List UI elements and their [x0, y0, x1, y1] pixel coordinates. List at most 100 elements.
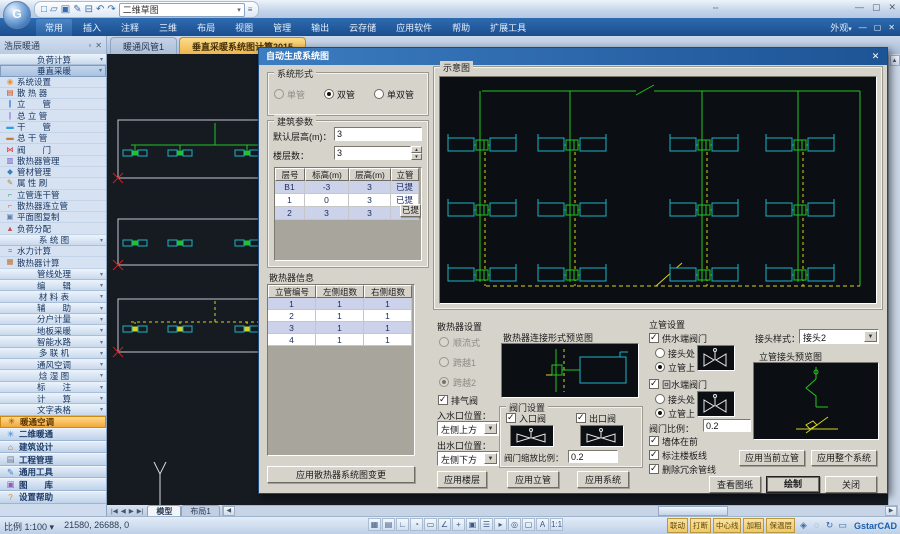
draw-button[interactable]: 绘制 [766, 476, 820, 493]
document-tab[interactable]: 暖通风管1 [110, 37, 177, 55]
sidebar-item[interactable]: ▦散热器计算 [0, 257, 106, 268]
table-row[interactable]: B1-33已提 [275, 181, 421, 194]
ribbon-tab-2[interactable]: 插入 [74, 19, 110, 36]
valve-scale-input[interactable] [568, 450, 618, 463]
status-toggle[interactable]: 加粗 [743, 518, 764, 533]
table-header-cell[interactable]: 层高(m) [349, 168, 391, 181]
table-cell[interactable]: 1 [364, 334, 412, 346]
sidebar-item[interactable]: ✳二维暖通 [0, 428, 106, 441]
sidebar-item[interactable]: 系 统 图▾ [0, 235, 106, 246]
floor-count-input[interactable] [334, 146, 411, 160]
sidebar-item[interactable]: 编 辑▾ [0, 280, 106, 291]
ribbon-tab-11[interactable]: 帮助 [443, 19, 479, 36]
dialog-close-button[interactable]: ✕ [868, 50, 883, 63]
table-cell[interactable]: 删已提 [391, 207, 419, 220]
table-cell[interactable]: 2 [275, 207, 305, 220]
table-row[interactable]: 411 [268, 334, 414, 346]
ribbon-tab-5[interactable]: 布局 [188, 19, 224, 36]
floor-slab-checkbox[interactable] [649, 450, 659, 460]
sidebar-item[interactable]: 文字表格▾ [0, 404, 106, 415]
dialog-titlebar[interactable]: 自动生成系统图 ✕ [259, 48, 887, 65]
redo-icon[interactable]: ↷ [107, 3, 115, 16]
ribbon-tab-4[interactable]: 三维 [150, 19, 186, 36]
table-row[interactable]: 211 [268, 310, 414, 322]
sync-icon[interactable]: ↻ [823, 520, 836, 531]
close-button[interactable]: ✕ [888, 2, 896, 13]
apply-floor-button[interactable]: 应用楼层 [437, 471, 487, 488]
table-cell[interactable]: 1 [316, 298, 364, 310]
table-cell[interactable]: 1 [364, 298, 412, 310]
sidebar-item[interactable]: 辅 助▾ [0, 303, 106, 314]
supply-joint-radio[interactable] [655, 348, 665, 358]
table-cell[interactable]: 1 [316, 310, 364, 322]
gstarcad-logo-icon[interactable]: G [3, 1, 31, 29]
print-icon[interactable]: ⊟ [85, 3, 93, 16]
cycling-icon[interactable]: ▸ [494, 518, 507, 531]
new-file-icon[interactable]: □ [41, 3, 47, 16]
table-cell[interactable]: 3 [349, 181, 391, 194]
floor-count-stepper[interactable]: ▲▼ [411, 146, 422, 160]
sidebar-item[interactable]: ▥散热器管理 [0, 156, 106, 167]
single-double-pipe-radio[interactable] [374, 89, 384, 99]
table-cell[interactable]: B1 [275, 181, 305, 194]
close-dialog-button[interactable]: 关闭 [825, 476, 877, 493]
osnap-icon[interactable]: ▭ [424, 518, 437, 531]
supply-valve-checkbox[interactable] [649, 333, 659, 343]
sidebar-item[interactable]: ▬总 干 管 [0, 133, 106, 144]
stepper-down-icon[interactable]: ▼ [411, 153, 422, 160]
table-row[interactable]: 233删已提 [275, 207, 421, 220]
status-toggle[interactable]: 打断 [690, 518, 711, 533]
ribbon-tab-9[interactable]: 云存储 [340, 19, 385, 36]
chevron-down-icon[interactable]: ▼ [864, 331, 877, 342]
ribbon-tab-3[interactable]: 注释 [112, 19, 148, 36]
lineweight-icon[interactable]: ☰ [480, 518, 493, 531]
sidebar-item[interactable]: ✎通用工具 [0, 466, 106, 479]
pin-icon[interactable]: ▫ [88, 41, 91, 50]
table-header-cell[interactable]: 右侧组数 [364, 285, 412, 298]
apply-system-button[interactable]: 应用系统 [577, 471, 629, 488]
qat-more-icon[interactable]: ≡ [248, 5, 253, 14]
chevron-down-icon[interactable]: ▼ [484, 423, 497, 434]
lock-icon[interactable]: ◈ [797, 520, 810, 531]
restore-button[interactable]: ▢ [872, 2, 881, 13]
outlet-position-select[interactable]: 左侧下方 ▼ [437, 451, 499, 466]
bypass1-radio[interactable] [439, 357, 449, 367]
layout-nav-icon[interactable]: ▶| [136, 507, 145, 515]
sidebar-item[interactable]: ▣平面图复制 [0, 212, 106, 223]
table-cell[interactable]: 3 [305, 207, 349, 220]
table-cell[interactable]: 1 [364, 310, 412, 322]
table-cell[interactable]: 1 [275, 194, 305, 207]
layout-nav-icon[interactable]: |◀ [110, 507, 119, 515]
table-cell[interactable]: 0 [305, 194, 349, 207]
table-header-cell[interactable]: 立管 [391, 168, 419, 181]
ribbon-tab-7[interactable]: 管理 [264, 19, 300, 36]
chevron-down-icon[interactable]: ▼ [484, 453, 497, 464]
scroll-left-icon[interactable]: ◀ [223, 506, 235, 516]
sidebar-item[interactable]: ∥总 立 管 [0, 110, 106, 121]
sidebar-item[interactable]: ◆管材管理 [0, 167, 106, 178]
scroll-right-icon[interactable]: ▶ [885, 506, 897, 516]
scale-indicator[interactable]: 比例 1:100 ▾ [4, 520, 54, 533]
table-cell[interactable]: 2 [268, 310, 316, 322]
table-header-cell[interactable]: 立管编号 [268, 285, 316, 298]
sidebar-item[interactable]: ?设置帮助 [0, 491, 106, 504]
double-pipe-radio[interactable] [324, 89, 334, 99]
apply-current-riser-button[interactable]: 应用当前立管 [739, 450, 805, 466]
air-valve-checkbox[interactable] [438, 395, 448, 405]
sidebar-item[interactable]: 通风空调▾ [0, 359, 106, 370]
default-height-input[interactable] [334, 127, 422, 141]
bulb-icon[interactable]: ◌ [810, 520, 823, 531]
table-cell[interactable]: 已提 [391, 181, 419, 194]
inlet-position-select[interactable]: 左侧上方 ▼ [437, 421, 499, 436]
workspace-select[interactable]: 二维草图 ▾ [119, 3, 245, 17]
table-header-cell[interactable]: 左侧组数 [316, 285, 364, 298]
joint-style-select[interactable]: 接头2 ▼ [799, 329, 879, 344]
status-toggle[interactable]: 联动 [667, 518, 688, 533]
annotation-icon[interactable]: A [536, 518, 549, 531]
table-cell[interactable]: -3 [305, 181, 349, 194]
sidebar-item[interactable]: 垂直采暖▾ [0, 65, 106, 76]
open-file-icon[interactable]: ▱ [50, 3, 58, 16]
sidebar-item[interactable]: 标 注▾ [0, 382, 106, 393]
sidebar-item[interactable]: ✳暖通空调 [0, 416, 106, 429]
apply-riser-button[interactable]: 应用立管 [507, 471, 559, 488]
